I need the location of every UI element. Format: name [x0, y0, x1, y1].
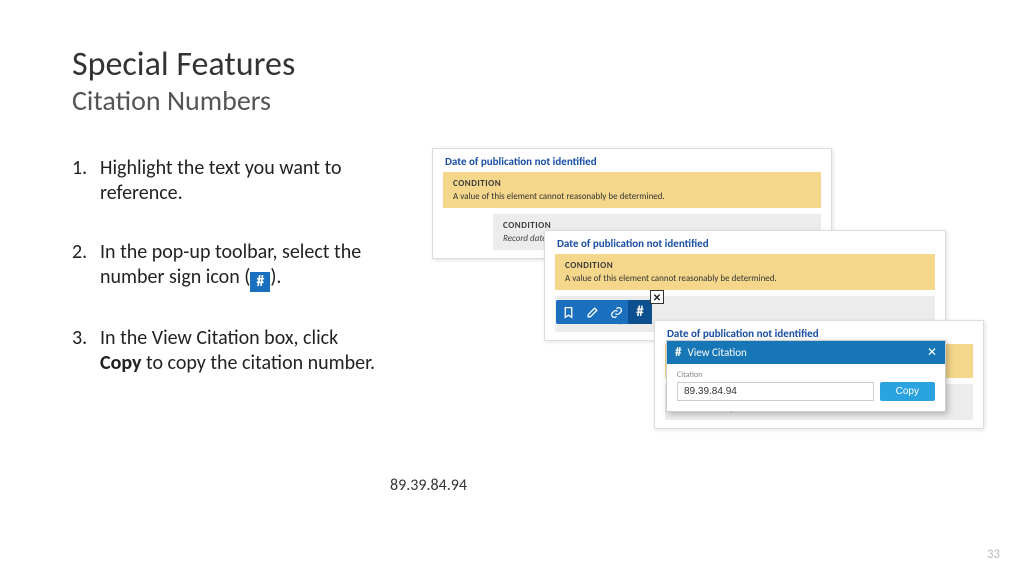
- condition-box: CONDITION A value of this element cannot…: [555, 254, 935, 290]
- close-icon[interactable]: ✕: [927, 345, 937, 360]
- close-icon[interactable]: ✕: [650, 290, 664, 304]
- condition-box: CONDITION A value of this element cannot…: [443, 172, 821, 208]
- step-text: In the View Citation box, click Copy to …: [100, 326, 382, 376]
- dialog-body: Citation Copy: [667, 364, 945, 411]
- citation-field-label: Citation: [677, 370, 935, 380]
- card-heading: Date of publication not identified: [545, 231, 945, 254]
- hash-icon: #: [250, 272, 270, 292]
- copy-button[interactable]: Copy: [880, 382, 935, 401]
- step-number: 1.: [72, 156, 100, 206]
- step-number: 2.: [72, 240, 100, 292]
- citation-value-text: 89.39.84.94: [390, 476, 467, 495]
- edit-icon[interactable]: [580, 300, 604, 324]
- condition-label: CONDITION: [565, 260, 925, 271]
- dialog-header: # View Citation ✕: [667, 341, 945, 364]
- title-block: Special Features Citation Numbers: [72, 44, 295, 118]
- step-2: 2. In the pop-up toolbar, select the num…: [72, 240, 382, 292]
- step-number: 3.: [72, 326, 100, 376]
- step-text: Highlight the text you want to reference…: [100, 156, 382, 206]
- condition-label: CONDITION: [453, 178, 811, 189]
- condition-text: A value of this element cannot reasonabl…: [565, 273, 925, 284]
- condition-text: A value of this element cannot reasonabl…: [453, 191, 811, 202]
- view-citation-dialog: # View Citation ✕ Citation Copy: [666, 340, 946, 412]
- link-icon[interactable]: [604, 300, 628, 324]
- steps-list: 1. Highlight the text you want to refere…: [72, 156, 382, 410]
- citation-input[interactable]: [677, 382, 874, 401]
- hash-icon[interactable]: #: [628, 300, 652, 324]
- slide-title: Special Features: [72, 44, 295, 85]
- dialog-title: View Citation: [687, 346, 926, 359]
- page-number: 33: [987, 547, 1000, 562]
- slide-subtitle: Citation Numbers: [72, 83, 295, 118]
- step-3: 3. In the View Citation box, click Copy …: [72, 326, 382, 376]
- card-heading: Date of publication not identified: [433, 149, 831, 172]
- hash-icon: #: [675, 345, 681, 360]
- popup-toolbar: #: [556, 300, 652, 324]
- step-text: In the pop-up toolbar, select the number…: [100, 240, 382, 292]
- step-1: 1. Highlight the text you want to refere…: [72, 156, 382, 206]
- bookmark-icon[interactable]: [556, 300, 580, 324]
